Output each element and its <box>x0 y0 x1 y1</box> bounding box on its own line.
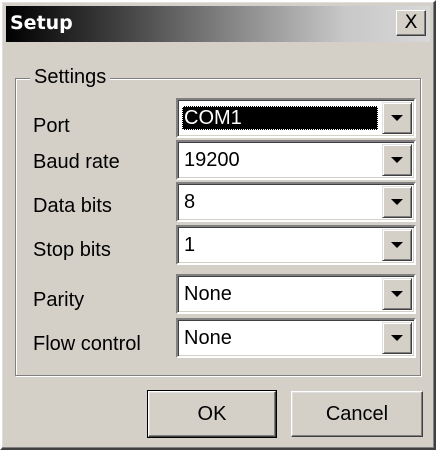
baud-rate-dropdown-button[interactable] <box>382 144 412 176</box>
chevron-down-icon <box>391 335 403 341</box>
chevron-down-icon <box>391 115 403 121</box>
ok-button[interactable]: OK <box>147 390 277 438</box>
port-label: Port <box>33 115 70 137</box>
stop-bits-combobox[interactable]: 1 <box>176 225 416 265</box>
settings-group-label: Settings <box>30 64 111 90</box>
flow-control-label: Flow control <box>33 333 141 355</box>
baud-rate-value: 19200 <box>184 149 240 171</box>
close-icon: X <box>404 11 418 33</box>
stop-bits-dropdown-button[interactable] <box>382 229 412 261</box>
baud-rate-combobox[interactable]: 19200 <box>176 140 416 180</box>
parity-value: None <box>184 283 232 305</box>
port-value: COM1 <box>182 106 378 130</box>
chevron-down-icon <box>391 242 403 248</box>
port-combobox[interactable]: COM1 <box>176 98 416 138</box>
parity-label: Parity <box>33 289 85 311</box>
title-bar[interactable]: Setup X <box>6 6 430 42</box>
stop-bits-label: Stop bits <box>33 239 111 261</box>
data-bits-value: 8 <box>184 191 196 213</box>
port-dropdown-button[interactable] <box>382 102 412 134</box>
parity-dropdown-button[interactable] <box>382 278 412 310</box>
chevron-down-icon <box>391 199 403 205</box>
flow-control-value: None <box>184 327 232 349</box>
data-bits-dropdown-button[interactable] <box>382 186 412 218</box>
setup-dialog: Setup X Settings Port COM1 Baud rate 192… <box>0 0 436 450</box>
close-button[interactable]: X <box>396 10 426 36</box>
cancel-button[interactable]: Cancel <box>291 391 423 437</box>
chevron-down-icon <box>391 157 403 163</box>
chevron-down-icon <box>391 291 403 297</box>
parity-combobox[interactable]: None <box>176 274 416 314</box>
flow-control-dropdown-button[interactable] <box>382 322 412 354</box>
data-bits-combobox[interactable]: 8 <box>176 182 416 222</box>
data-bits-label: Data bits <box>33 195 112 217</box>
baud-rate-label: Baud rate <box>33 151 120 173</box>
stop-bits-value: 1 <box>184 234 196 256</box>
flow-control-combobox[interactable]: None <box>176 318 416 358</box>
window-title: Setup <box>10 12 73 34</box>
